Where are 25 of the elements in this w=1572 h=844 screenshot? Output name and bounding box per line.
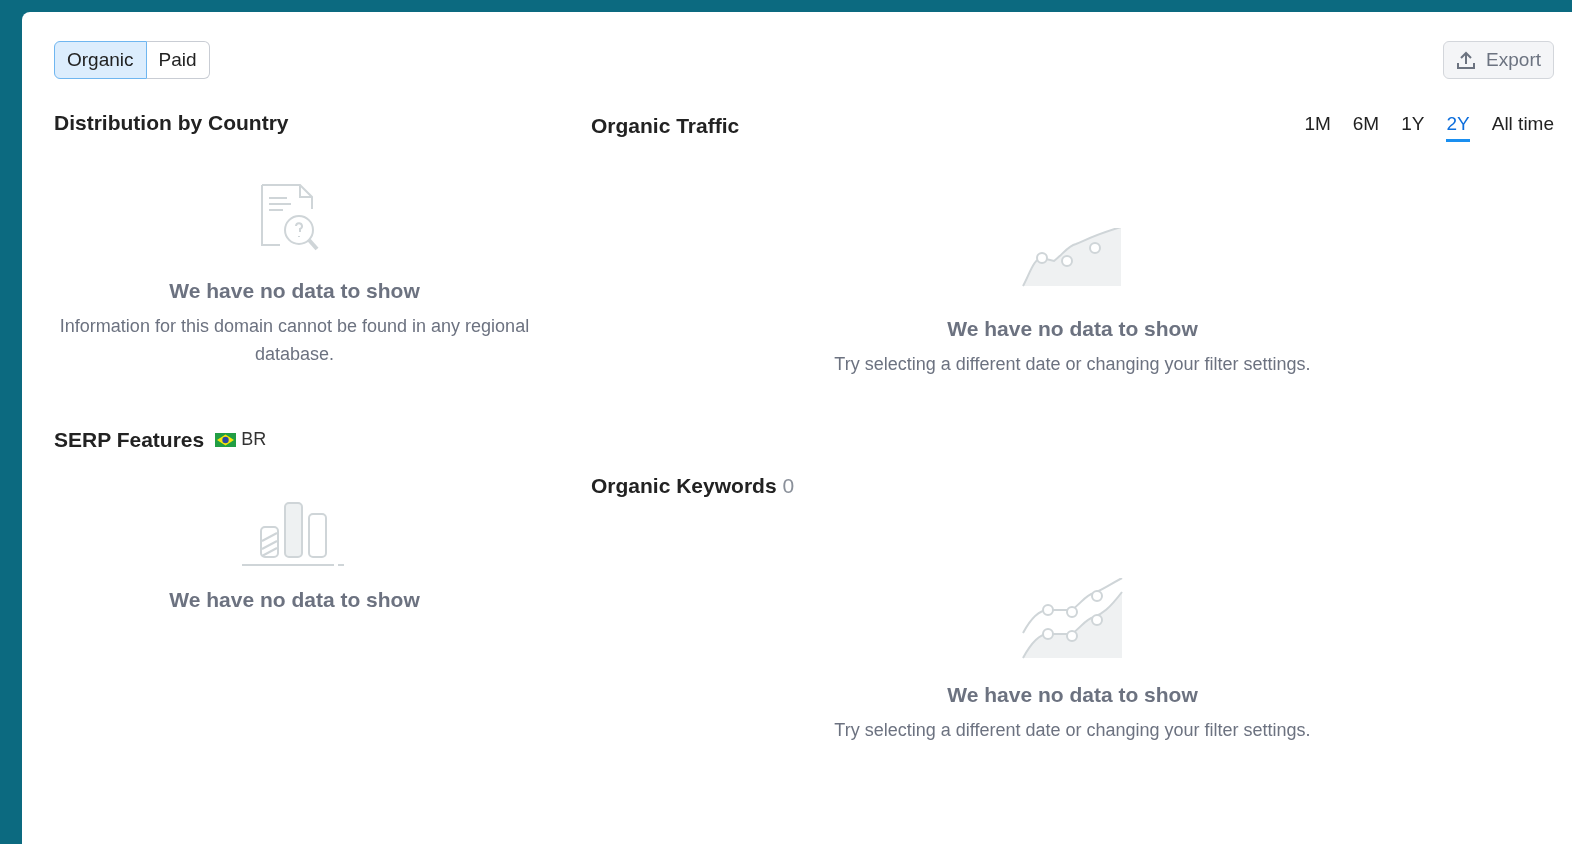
section-title: Distribution by Country (54, 110, 290, 136)
period-tab[interactable]: 1M (1304, 112, 1331, 142)
empty-state-message: Information for this domain cannot be found in any regional database. (58, 315, 531, 366)
empty-state-title: We have no data to show (169, 587, 420, 613)
keyword-count: 0 (782, 473, 795, 499)
upload-icon (1456, 50, 1477, 70)
export-button[interactable]: Export (1443, 41, 1554, 79)
empty-state-message: Try selecting a different date or changing your filter settings. (834, 353, 1311, 376)
line-chart-icon (1021, 577, 1124, 660)
flag-icon (215, 432, 237, 447)
empty-state-title: We have no data to show (947, 316, 1198, 342)
section-title: Organic Keywords (591, 472, 777, 499)
country-code: BR (241, 428, 267, 451)
period-tab[interactable]: 2Y (1446, 112, 1470, 142)
empty-state-message: Try selecting a different date or changing your filter settings. (834, 718, 1311, 742)
section-title: Organic Traffic (591, 113, 740, 139)
source-tab[interactable]: Organic (54, 41, 147, 79)
period-tab[interactable]: 1Y (1401, 112, 1425, 142)
empty-state-title: We have no data to show (947, 681, 1198, 708)
empty-state-title: We have no data to show (169, 278, 420, 304)
source-tab[interactable]: Paid (146, 41, 210, 79)
section-title: SERP Features (54, 426, 205, 453)
line-chart-icon (1021, 228, 1124, 288)
period-tab[interactable]: 6M (1352, 112, 1380, 142)
period-tab[interactable]: All time (1491, 112, 1554, 142)
